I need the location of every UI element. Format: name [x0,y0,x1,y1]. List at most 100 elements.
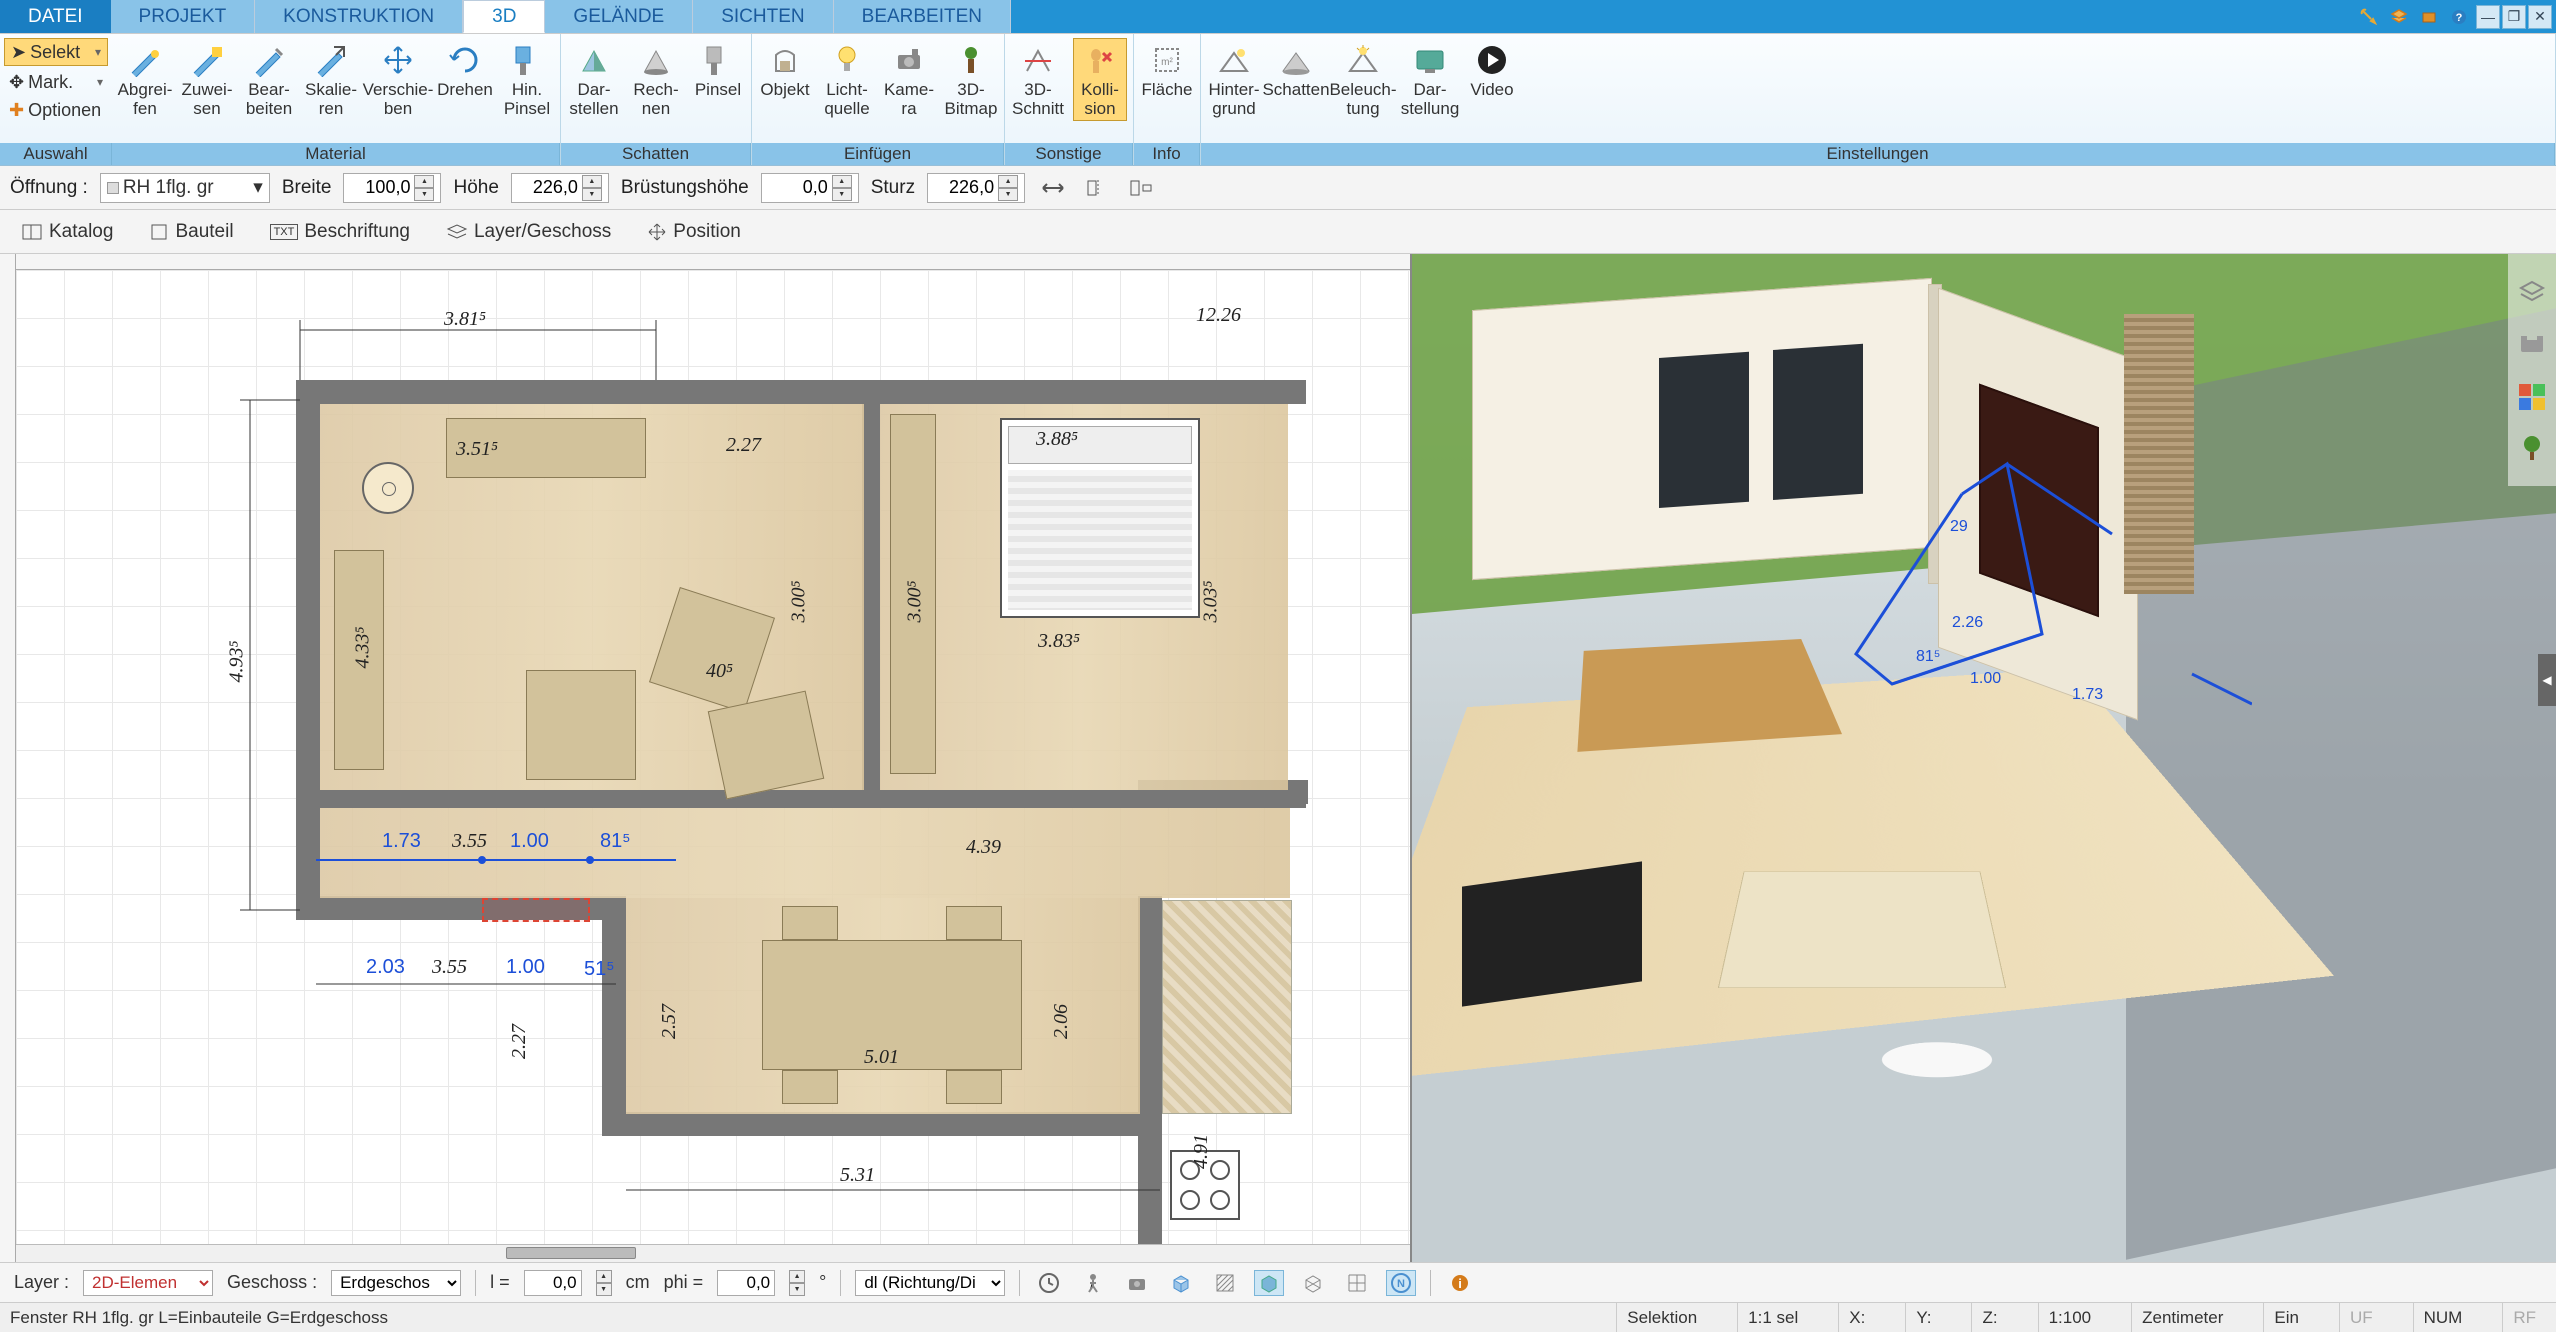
mark-button[interactable]: ✥ Mark. ▾ [2,68,110,96]
sturz-field[interactable]: ▲▼ [927,173,1025,203]
furniture-panel-icon[interactable] [2512,324,2552,364]
walk-icon[interactable] [1078,1270,1108,1296]
schatten-pinsel-tool[interactable]: Pinsel [691,38,745,103]
beleuchtung-tool[interactable]: Beleuch- tung [1331,38,1395,121]
menu-sichten[interactable]: SICHTEN [693,0,833,33]
chevron-down-icon: ▾ [95,45,101,59]
layer-select[interactable]: 2D-Elemen [83,1270,213,1296]
schnitt-tool[interactable]: 3D- Schnitt [1011,38,1065,121]
menu-bearbeiten[interactable]: BEARBEITEN [834,0,1011,33]
view-3d[interactable]: 2.26 1.00 81⁵ 1.73 29 ◀ [1412,254,2556,1262]
restore-button[interactable]: ❐ [2502,5,2526,29]
view-2d[interactable]: 3.81⁵ 12.26 4.93⁵ 3.51⁵ 2.27 4.33⁵ 3.00⁵… [0,254,1412,1262]
shaded-icon[interactable] [1254,1270,1284,1296]
position-button[interactable]: Position [636,216,752,248]
darstellen-tool[interactable]: Dar- stellen [567,38,621,121]
wire-icon[interactable] [1298,1270,1328,1296]
camera-icon[interactable] [1122,1270,1152,1296]
rechnen-tool[interactable]: Rech- nen [629,38,683,121]
darstellen-label: Dar- stellen [569,81,618,118]
abgreifen-tool[interactable]: Abgrei- fen [118,38,172,121]
bruestung-label: Brüstungshöhe [621,177,749,199]
hoehe-input[interactable] [518,177,578,198]
clock-icon[interactable] [1034,1270,1064,1296]
menu-file[interactable]: DATEI [0,0,111,33]
hintergrund-tool[interactable]: Hinter- grund [1207,38,1261,121]
help-icon[interactable]: ? [2447,5,2471,29]
stone-pillar [2124,314,2194,594]
oeffnung-dropdown[interactable]: RH 1flg. gr ▾ [100,173,270,203]
bearbeiten-tool[interactable]: Bear- beiten [242,38,296,121]
menu-3d[interactable]: 3D [463,0,545,33]
layer-button[interactable]: Layer/Geschoss [435,216,622,248]
objekt-tool[interactable]: Objekt [758,38,812,103]
ribbon-auswahl-group: ➤ Selekt ▾ ✥ Mark. ▾ ✚ Optionen Auswahl [0,34,112,165]
katalog-button[interactable]: Katalog [10,216,124,248]
sturz-input[interactable] [934,177,994,198]
l-input[interactable] [524,1270,582,1296]
menu-gelaende[interactable]: GELÄNDE [545,0,693,33]
l-spin-down[interactable]: ▼ [596,1283,612,1296]
phi-spin-down[interactable]: ▼ [789,1283,805,1296]
box3d-icon[interactable] [1166,1270,1196,1296]
layers-icon[interactable] [2387,5,2411,29]
licht-tool[interactable]: Licht- quelle [820,38,874,121]
zuweisen-tool[interactable]: Zuwei- sen [180,38,234,121]
bruestung-input[interactable] [768,177,828,198]
l-spin-up[interactable]: ▲ [596,1270,612,1283]
skalieren-tool[interactable]: Skalie- ren [304,38,358,121]
dim: 3.51⁵ [456,438,498,461]
minimize-button[interactable]: — [2476,5,2500,29]
breite-field[interactable]: ▲▼ [343,173,441,203]
plants-panel-icon[interactable] [2512,428,2552,468]
phi-input[interactable] [717,1270,775,1296]
tools-icon[interactable] [2357,5,2381,29]
drehen-tool[interactable]: Drehen [438,38,492,103]
beschriftung-button[interactable]: TXTBeschriftung [259,216,421,248]
layers-panel-icon[interactable] [2512,272,2552,312]
bruestung-field[interactable]: ▲▼ [761,173,859,203]
breite-spinner[interactable]: ▲▼ [414,175,434,201]
bruestung-spinner[interactable]: ▲▼ [832,175,852,201]
info-icon[interactable]: i [1445,1270,1475,1296]
placement-icon[interactable] [1125,174,1157,202]
phi-spin-up[interactable]: ▲ [789,1270,805,1283]
sel-dim: 1.73 [382,830,421,853]
menu-projekt[interactable]: PROJEKT [111,0,256,33]
close-button[interactable]: ✕ [2528,5,2552,29]
set-schatten-tool[interactable]: Schatten [1269,38,1323,103]
selekt-button[interactable]: ➤ Selekt ▾ [4,38,108,66]
width-toggle-icon[interactable] [1037,174,1069,202]
verschieben-tool[interactable]: Verschie- ben [366,38,430,121]
dl-select[interactable]: dl (Richtung/Di [855,1270,1005,1296]
kollision-tool[interactable]: Kolli- sion [1073,38,1127,121]
box-icon[interactable] [2417,5,2441,29]
geschoss-select[interactable]: Erdgeschos [331,1270,461,1296]
bitmap-tool[interactable]: 3D- Bitmap [944,38,998,121]
darstellung-tool[interactable]: Dar- stellung [1403,38,1457,121]
kamera-tool[interactable]: Kame- ra [882,38,936,121]
sturz-spinner[interactable]: ▲▼ [998,175,1018,201]
optionen-button[interactable]: ✚ Optionen [2,96,110,124]
north-icon[interactable]: N [1386,1270,1416,1296]
menu-konstruktion[interactable]: KONSTRUKTION [255,0,463,33]
mirror-icon[interactable] [1081,174,1113,202]
hinpinsel-tool[interactable]: Hin. Pinsel [500,38,554,121]
materials-panel-icon[interactable] [2512,376,2552,416]
hatch-icon[interactable] [1210,1270,1240,1296]
breite-input[interactable] [350,177,410,198]
video-label: Video [1470,81,1513,100]
selected-door[interactable] [482,898,590,922]
bauteil-button[interactable]: Bauteil [138,216,244,248]
kollision-label: Kolli- sion [1081,81,1119,118]
grid-icon[interactable] [1342,1270,1372,1296]
collapse-handle[interactable]: ◀ [2538,654,2556,706]
flaeche-tool[interactable]: m²Fläche [1140,38,1194,103]
hoehe-spinner[interactable]: ▲▼ [582,175,602,201]
hscroll-2d[interactable] [16,1244,1410,1262]
hinpinsel-label: Hin. Pinsel [504,81,550,118]
oeffnung-label: Öffnung : [10,177,88,199]
video-tool[interactable]: Video [1465,38,1519,103]
hscroll-thumb[interactable] [506,1247,636,1259]
hoehe-field[interactable]: ▲▼ [511,173,609,203]
